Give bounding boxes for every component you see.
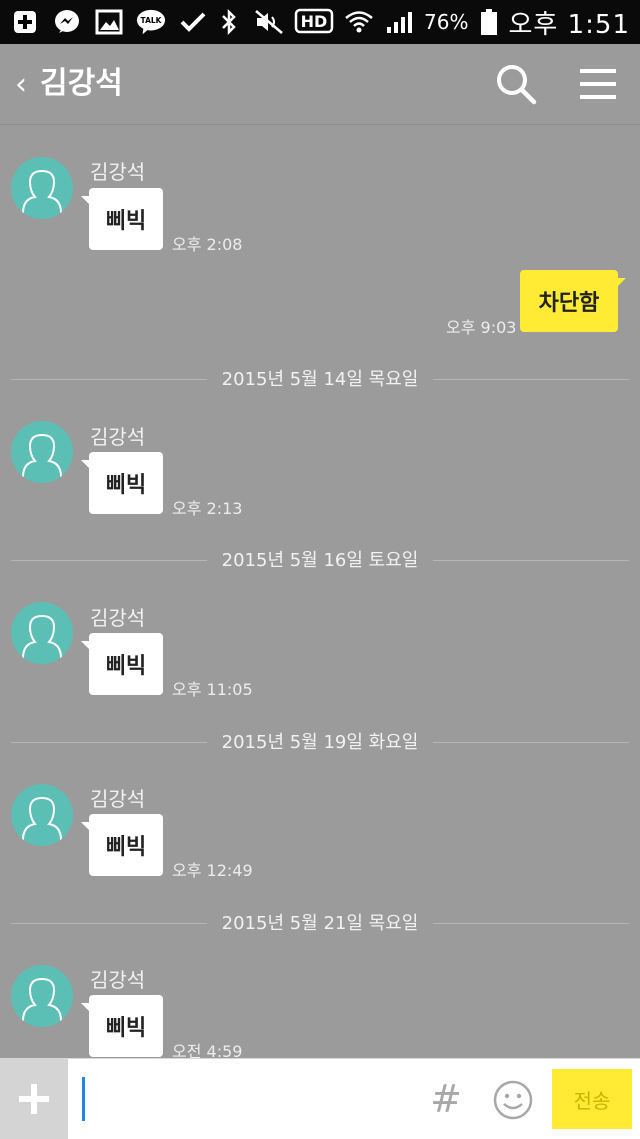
outgoing-message-bubble[interactable]: 차단함: [520, 270, 626, 332]
avatar[interactable]: [11, 784, 73, 846]
date-divider: 2015년 5월 21일 목요일: [11, 912, 629, 936]
mute-icon: [254, 7, 284, 37]
message-input-bar: # 전송: [0, 1058, 640, 1139]
sender-name: 김강석: [90, 787, 146, 811]
wifi-icon: [344, 7, 374, 37]
chat-title: 김강석: [40, 66, 123, 101]
status-clock: 오후 1:51: [508, 9, 630, 40]
message-bubble[interactable]: 삐빅: [81, 633, 163, 695]
message-input[interactable]: [72, 1071, 426, 1129]
check-icon: [178, 7, 208, 37]
avatar[interactable]: [11, 421, 73, 483]
outgoing-message-time: 오후 9:03: [446, 318, 517, 337]
bluetooth-icon: [214, 7, 244, 37]
date-divider: 2015년 5월 19일 화요일: [11, 731, 629, 755]
date-label: 2015년 5월 14일 목요일: [221, 369, 419, 390]
message-bubble[interactable]: 삐빅: [81, 452, 163, 514]
attach-plus-button[interactable]: [0, 1059, 68, 1139]
search-icon[interactable]: [494, 62, 538, 106]
date-label: 2015년 5월 19일 화요일: [221, 732, 419, 753]
sender-name: 김강석: [90, 160, 146, 184]
emoji-icon[interactable]: [492, 1079, 534, 1121]
message-time: 오후 11:05: [172, 680, 253, 699]
date-label: 2015년 5월 21일 목요일: [221, 913, 419, 934]
talk-icon: TALK: [136, 7, 166, 37]
avatar[interactable]: [11, 965, 73, 1027]
message-bubble[interactable]: 삐빅: [81, 995, 163, 1057]
sender-name: 김강석: [90, 425, 146, 449]
battery-percent: 76%: [424, 10, 469, 34]
back-button[interactable]: ‹: [8, 64, 34, 104]
send-button[interactable]: 전송: [552, 1069, 632, 1129]
avatar[interactable]: [11, 602, 73, 664]
svg-text:TALK: TALK: [141, 16, 163, 25]
messenger-icon: [52, 7, 82, 37]
chat-header: ‹ 김강석: [0, 44, 640, 125]
hashtag-button[interactable]: #: [428, 1075, 464, 1123]
battery-icon: [479, 7, 499, 37]
message-bubble[interactable]: 삐빅: [81, 188, 163, 250]
date-label: 2015년 5월 16일 토요일: [221, 550, 419, 571]
add-notification-icon: [10, 7, 40, 37]
signal-icon: [384, 7, 414, 37]
avatar[interactable]: [11, 157, 73, 219]
date-divider: 2015년 5월 16일 토요일: [11, 549, 629, 573]
message-time: 오후 2:13: [172, 499, 243, 518]
sender-name: 김강석: [90, 606, 146, 630]
image-icon: [94, 7, 124, 37]
date-divider: 2015년 5월 14일 목요일: [11, 368, 629, 392]
hd-icon: HD: [294, 7, 334, 37]
sender-name: 김강석: [90, 968, 146, 992]
message-time: 오후 2:08: [172, 235, 243, 254]
svg-text:HD: HD: [301, 12, 328, 31]
message-bubble[interactable]: 삐빅: [81, 814, 163, 876]
status-bar: TALK HD 76% 오후 1:51: [0, 0, 640, 44]
menu-icon[interactable]: [578, 66, 618, 102]
text-caret: [82, 1077, 85, 1121]
message-time: 오후 12:49: [172, 861, 253, 880]
